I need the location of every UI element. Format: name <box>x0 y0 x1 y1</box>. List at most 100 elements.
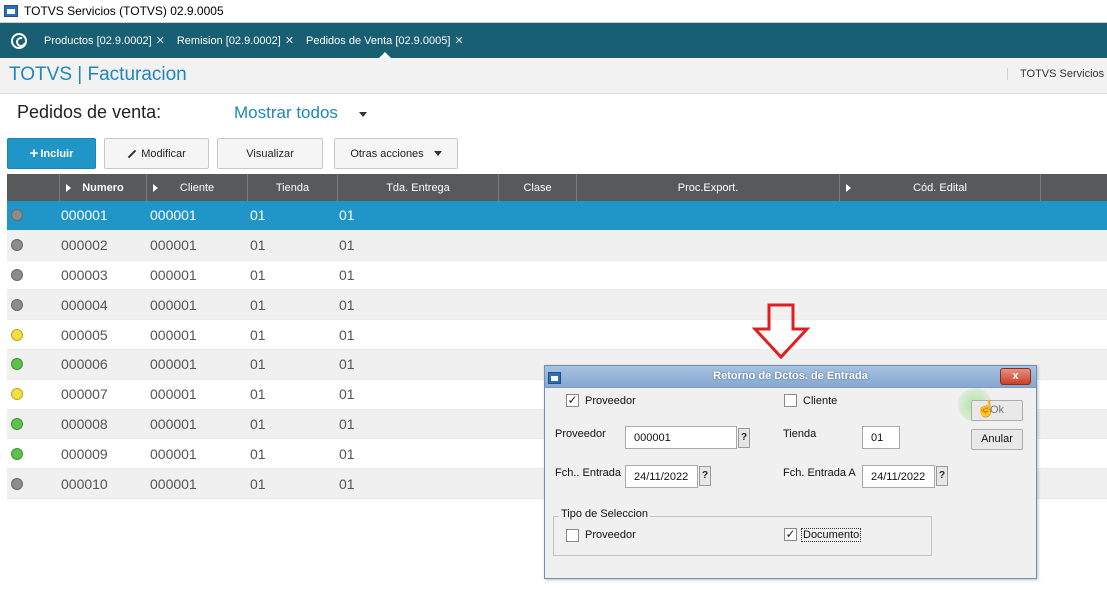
tab-label: Productos [02.9.0002] <box>44 34 152 47</box>
sel-proveedor-radio[interactable] <box>566 529 579 542</box>
chevron-down-icon <box>433 151 442 156</box>
cell-tienda: 01 <box>250 237 266 254</box>
cell-tda-entrega: 01 <box>339 296 355 313</box>
close-button[interactable]: x <box>1000 368 1031 385</box>
fch-entrada-a-label: Fch. Entrada A <box>783 467 856 479</box>
modificar-label: Modificar <box>141 147 186 160</box>
incluir-label: Incluir <box>40 147 74 160</box>
column-header-numero[interactable]: Numero <box>60 174 147 201</box>
cell-tda-entrega: 01 <box>339 326 355 343</box>
table-row[interactable]: 000002 000001 01 01 <box>7 230 1107 261</box>
table-row[interactable]: 000005 000001 01 01 <box>7 320 1107 350</box>
status-indicator-icon <box>11 358 23 371</box>
column-status[interactable] <box>7 174 60 201</box>
fch-entrada-a-input[interactable]: 24/11/2022 <box>862 465 935 488</box>
window-titlebar: TOTVS Servicios (TOTVS) 02.9.0005 <box>0 0 1107 23</box>
status-indicator-icon <box>11 268 23 281</box>
cell-numero: 000006 <box>61 356 108 373</box>
cell-tienda: 01 <box>250 207 266 224</box>
cell-tda-entrega: 01 <box>339 266 355 283</box>
fch-entrada-de-input[interactable]: 24/11/2022 <box>625 465 698 488</box>
status-indicator-icon <box>11 239 23 252</box>
tab-bar: Productos [02.9.0002] ✕ Remision [02.9.00… <box>0 23 1107 58</box>
close-icon[interactable]: ✕ <box>156 34 165 47</box>
tab-pedidos-de-venta[interactable]: Pedidos de Venta [02.9.0005] ✕ <box>300 23 470 58</box>
home-button[interactable] <box>0 23 38 58</box>
visualizar-button[interactable]: Visualizar <box>217 138 323 169</box>
table-row[interactable]: 000003 000001 01 01 <box>7 261 1107 291</box>
close-icon[interactable]: ✕ <box>285 34 294 47</box>
cell-tienda: 01 <box>250 475 266 492</box>
status-indicator-icon <box>11 477 23 490</box>
cell-tienda: 01 <box>250 386 266 403</box>
cell-cliente: 000001 <box>150 237 197 254</box>
cell-numero: 000001 <box>61 207 108 224</box>
column-header-proc-export[interactable]: Proc.Export. <box>577 174 840 201</box>
cell-cliente: 000001 <box>150 356 197 373</box>
tab-label: Pedidos de Venta [02.9.0005] <box>306 34 451 47</box>
cell-tda-entrega: 01 <box>339 237 355 254</box>
dialog-title: Retorno de Dctos. de Entrada <box>713 370 868 382</box>
tab-remision[interactable]: Remision [02.9.0002] ✕ <box>171 23 300 58</box>
cell-cliente: 000001 <box>150 445 197 462</box>
cell-cliente: 000001 <box>150 386 197 403</box>
cell-tienda: 01 <box>250 356 266 373</box>
fch-entrada-a-lookup-button[interactable]: ? <box>936 466 948 486</box>
anular-button[interactable]: Anular <box>971 429 1023 450</box>
otras-acciones-button[interactable]: Otras acciones <box>334 138 458 169</box>
dialog-titlebar: Retorno de Dctos. de Entrada x <box>545 366 1036 388</box>
column-header-cod-edital[interactable]: Cód. Edital <box>840 174 1041 201</box>
close-icon[interactable]: ✕ <box>454 34 463 47</box>
annotation-arrow-down-icon <box>752 303 810 360</box>
column-header-tienda[interactable]: Tienda <box>248 174 338 201</box>
cliente-checkbox[interactable] <box>784 394 797 407</box>
cell-tda-entrega: 01 <box>339 415 355 432</box>
tienda-input[interactable]: 01 <box>862 426 900 449</box>
status-indicator-icon <box>11 298 23 311</box>
cell-cliente: 000001 <box>150 207 197 224</box>
column-header-tda-entrega[interactable]: Tda. Entrega <box>338 174 499 201</box>
proveedor-lookup-button[interactable]: ? <box>738 428 750 448</box>
cell-tienda: 01 <box>250 445 266 462</box>
cell-numero: 000010 <box>61 475 108 492</box>
fch-entrada-de-lookup-button[interactable]: ? <box>699 466 711 486</box>
sort-indicator-icon <box>66 184 71 192</box>
status-indicator-icon <box>11 328 23 341</box>
cell-numero: 000004 <box>61 296 108 313</box>
sort-indicator-icon <box>153 184 158 192</box>
cell-cliente: 000001 <box>150 475 197 492</box>
cell-numero: 000005 <box>61 326 108 343</box>
window-title: TOTVS Servicios (TOTVS) 02.9.0005 <box>24 4 224 18</box>
tab-label: Remision [02.9.0002] <box>176 34 281 47</box>
proveedor-input[interactable]: 000001 <box>625 426 737 449</box>
proveedor-label: Proveedor <box>555 428 606 440</box>
sel-documento-checkbox[interactable]: ✓ <box>784 528 797 541</box>
modificar-button[interactable]: Modificar <box>104 138 209 169</box>
cell-cliente: 000001 <box>150 326 197 343</box>
cell-numero: 000008 <box>61 415 108 432</box>
grid-header: Numero Cliente Tienda Tda. Entrega Clase… <box>7 174 1107 201</box>
incluir-button[interactable]: + Incluir <box>7 138 96 169</box>
cell-tda-entrega: 01 <box>339 475 355 492</box>
fch-entrada-de-label: Fch.. Entrada D <box>555 467 633 479</box>
tipo-seleccion-label: Tipo de Seleccion <box>559 508 651 520</box>
cell-numero: 000003 <box>61 266 108 283</box>
company-name[interactable]: TOTVS Servicios <box>1007 68 1107 80</box>
plus-icon: + <box>29 145 39 162</box>
column-header-cliente[interactable]: Cliente <box>147 174 248 201</box>
column-header-clase[interactable]: Clase <box>499 174 577 201</box>
status-indicator-icon <box>11 209 23 222</box>
view-filter-select[interactable]: Mostrar todos <box>234 103 338 123</box>
cell-tienda: 01 <box>250 415 266 432</box>
tienda-label: Tienda <box>783 428 817 440</box>
chevron-down-icon[interactable] <box>359 112 367 117</box>
app-icon <box>4 5 18 17</box>
table-row[interactable]: 000004 000001 01 01 <box>7 290 1107 321</box>
totvs-logo-icon <box>11 32 27 49</box>
table-row[interactable]: 000001 000001 01 01 <box>7 201 1107 231</box>
module-title: TOTVS | Facturacion <box>9 64 187 85</box>
cell-tda-entrega: 01 <box>339 356 355 373</box>
tab-productos[interactable]: Productos [02.9.0002] ✕ <box>38 23 171 58</box>
hand-pointer-icon: ☝ <box>976 401 996 418</box>
proveedor-checkbox[interactable]: ✓ <box>566 394 579 407</box>
